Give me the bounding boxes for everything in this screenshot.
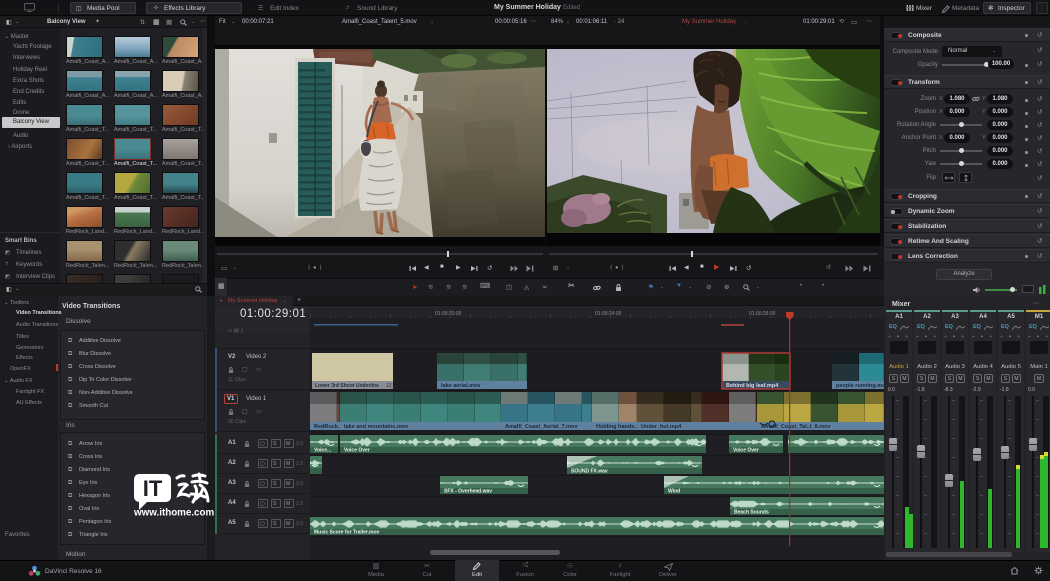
svg-text:Amalfi_Coast_Aerial_7.mov: Amalfi_Coast_Aerial_7.mov <box>505 424 578 430</box>
svg-text:Holding hands...: Holding hands... <box>596 424 639 430</box>
svg-text:www.ithome.com: www.ithome.com <box>133 508 214 519</box>
svg-text:Beach Sounds: Beach Sounds <box>734 510 769 516</box>
svg-text:01:00:20:00: 01:00:20:00 <box>435 311 462 317</box>
svg-text:lake and mountains.mov: lake and mountains.mov <box>344 424 409 430</box>
svg-text:lake aerial.mov: lake aerial.mov <box>441 383 481 389</box>
svg-text:IT: IT <box>143 476 163 501</box>
svg-text:SOUND FX.wav: SOUND FX.wav <box>571 469 608 475</box>
svg-text:Under_hut.mp4: Under_hut.mp4 <box>641 424 682 430</box>
svg-text:Lower 3rd Shoot Underline: Lower 3rd Shoot Underline <box>315 383 379 389</box>
svg-text:RedRock...: RedRock... <box>314 424 343 430</box>
svg-text:01:00:28:00: 01:00:28:00 <box>749 311 776 317</box>
svg-text:SFX - Overhead.wav: SFX - Overhead.wav <box>444 489 492 495</box>
svg-text:01:00:24:00: 01:00:24:00 <box>595 311 622 317</box>
svg-text:Voice...: Voice... <box>314 448 332 454</box>
svg-text:Behind big leaf.mp4: Behind big leaf.mp4 <box>726 383 779 389</box>
svg-text:Music Score for Trailer.mov: Music Score for Trailer.mov <box>314 530 380 536</box>
svg-text:12: 12 <box>386 383 392 389</box>
svg-text:Voice Over: Voice Over <box>733 448 759 454</box>
svg-text:Voice Over: Voice Over <box>344 448 370 454</box>
svg-text:Wind: Wind <box>668 489 680 495</box>
svg-text:people running.mov: people running.mov <box>836 383 884 389</box>
